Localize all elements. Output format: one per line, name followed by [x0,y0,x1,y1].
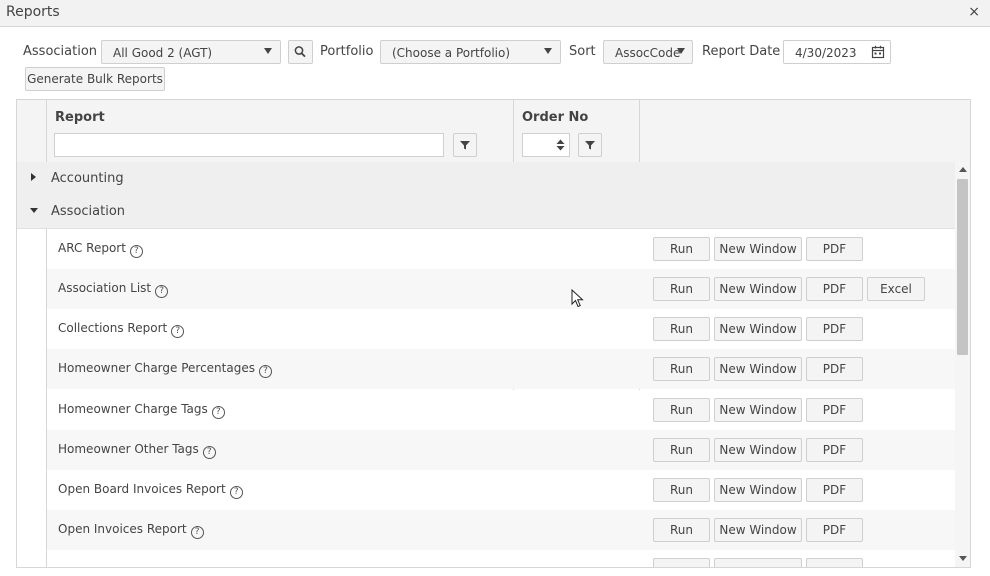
pdf-button[interactable]: PDF [806,478,863,502]
scroll-down-icon[interactable] [959,556,967,561]
new-window-button[interactable]: New Window [714,518,802,542]
run-button[interactable]: Run [653,237,710,261]
close-icon[interactable]: × [968,4,980,20]
new-window-button[interactable]: New Window [714,398,802,422]
association-label: Association [23,44,98,59]
table-row: Open Invoices Report? Run New Window PDF [47,510,955,550]
chevron-down-icon [544,48,552,54]
order-no-filter-input[interactable] [522,133,570,157]
report-name: Association List? [58,281,169,298]
scrollbar-thumb[interactable] [957,179,968,355]
column-divider [46,100,47,162]
calendar-icon[interactable] [871,45,885,59]
run-button[interactable]: Run [653,317,710,341]
pdf-button[interactable]: PDF [806,438,863,462]
title-bar: Reports × [0,0,990,27]
chevron-down-icon [677,48,685,54]
table-row: Open Board Invoices Report? Run New Wind… [47,470,955,510]
sort-value: AssocCode [615,46,681,60]
search-button[interactable] [288,40,313,64]
report-name: Open Board Invoices Report? [58,482,243,499]
table-row: Homeowner Other Tags? Run New Window PDF [47,430,955,470]
report-name: Homeowner Charge Tags? [58,402,225,419]
pdf-button[interactable]: PDF [806,518,863,542]
table-row: Collections Report? Run New Window PDF [47,309,955,349]
sort-label: Sort [569,44,596,59]
association-dropdown[interactable]: All Good 2 (AGT) [101,40,281,64]
pdf-button[interactable]: PDF [806,277,863,301]
new-window-button[interactable]: New Window [714,438,802,462]
table-row: Homeowner Charge Percentages? Run New Wi… [47,349,955,389]
run-button[interactable]: Run [653,438,710,462]
portfolio-value: (Choose a Portfolio) [392,46,511,60]
new-window-button[interactable]: New Window [714,277,802,301]
help-icon[interactable]: ? [258,365,272,378]
pdf-button[interactable]: PDF [806,237,863,261]
run-button[interactable]: Run [653,518,710,542]
help-icon[interactable]: ? [202,446,216,459]
run-button[interactable]: Run [653,277,710,301]
column-header-order-no[interactable]: Order No [522,110,588,125]
report-name: Homeowner Other Tags? [58,442,216,459]
run-button[interactable]: Run [653,398,710,422]
run-button[interactable] [653,558,710,567]
pdf-button[interactable]: PDF [806,398,863,422]
grid-header: Report Order No [17,100,970,163]
filter-icon [460,141,470,150]
order-no-filter-button[interactable] [578,133,602,157]
search-icon [294,46,306,58]
new-window-button[interactable] [714,558,802,567]
collapse-arrow-icon[interactable] [30,208,38,213]
run-button[interactable]: Run [653,357,710,381]
report-filter-button[interactable] [453,133,477,157]
help-icon[interactable]: ? [229,486,243,499]
cursor-icon [571,289,584,308]
expand-arrow-icon[interactable] [31,173,36,181]
report-date-field[interactable]: 4/30/2023 [783,40,891,64]
generate-bulk-reports-button[interactable]: Generate Bulk Reports [25,67,165,91]
help-icon[interactable]: ? [155,285,169,298]
help-icon[interactable]: ? [129,245,143,258]
help-icon[interactable]: ? [190,526,204,539]
reports-grid: Report Order No Accounting Association A… [16,99,971,568]
report-name: ARC Report? [58,241,143,258]
report-name: Open Invoices Report? [58,522,204,539]
chevron-down-icon [264,48,272,54]
filter-icon [585,141,595,150]
help-icon[interactable]: ? [171,325,185,338]
group-row-association[interactable]: Association [17,195,955,229]
new-window-button[interactable]: New Window [714,317,802,341]
group-label: Accounting [51,171,124,186]
new-window-button[interactable]: New Window [714,237,802,261]
sort-dropdown[interactable]: AssocCode [603,40,693,64]
help-icon[interactable]: ? [211,406,225,419]
report-date-label: Report Date [702,44,781,59]
new-window-button[interactable]: New Window [714,357,802,381]
report-filter-input[interactable] [54,133,444,157]
column-header-report[interactable]: Report [55,110,105,125]
vertical-scrollbar[interactable] [955,162,970,567]
report-date-value: 4/30/2023 [795,46,857,60]
excel-button[interactable]: Excel [867,277,925,301]
association-value: All Good 2 (AGT) [113,46,213,60]
table-row: Association List? Run New Window PDF Exc… [47,269,955,309]
pdf-button[interactable]: PDF [806,357,863,381]
group-label: Association [51,204,126,219]
report-name: Collections Report? [58,321,185,338]
pdf-button[interactable]: PDF [806,317,863,341]
new-window-button[interactable]: New Window [714,478,802,502]
table-row [47,550,955,567]
pdf-button[interactable] [806,558,863,567]
spinner-arrows-icon[interactable] [556,138,565,152]
portfolio-dropdown[interactable]: (Choose a Portfolio) [380,40,561,64]
portfolio-label: Portfolio [320,44,374,59]
window-title: Reports [6,4,60,20]
group-row-accounting[interactable]: Accounting [17,162,955,196]
table-row: ARC Report? Run New Window PDF [47,229,955,269]
table-row: Homeowner Charge Tags? Run New Window PD… [47,390,955,430]
run-button[interactable]: Run [653,478,710,502]
scroll-up-icon[interactable] [959,167,967,172]
report-name: Homeowner Charge Percentages? [58,361,272,378]
